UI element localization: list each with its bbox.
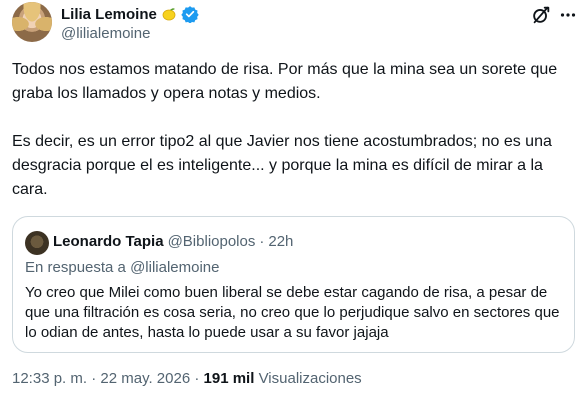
tweet-paragraph-1: Todos nos estamos matando de risa. Por m…: [12, 61, 558, 102]
quote-author-avatar[interactable]: [25, 231, 49, 255]
quote-reply-context[interactable]: En respuesta a @lilialemoine: [25, 259, 220, 276]
author-avatar[interactable]: [12, 2, 52, 42]
quote-text: Yo creo que Milei como buen liberal se d…: [25, 284, 560, 341]
meta-separator: ·: [91, 370, 97, 387]
author-display-name[interactable]: Lilia Lemoine: [61, 6, 157, 23]
author-handle[interactable]: @lilialemoine: [61, 25, 150, 42]
meta-separator-2: ·: [194, 370, 200, 387]
more-options-icon[interactable]: [560, 7, 576, 23]
quote-header: Leonardo Tapia @Bibliopolos · 22h: [53, 233, 293, 250]
tweet-paragraph-2: Es decir, es un error tipo2 al que Javie…: [12, 133, 552, 198]
tweet-meta: 12:33 p. m. · 22 may. 2026 · 191 mil Vis…: [12, 370, 362, 387]
author-name-row: Lilia Lemoine: [61, 4, 199, 24]
tweet-date[interactable]: 22 may. 2026: [100, 370, 190, 387]
lemon-icon: [161, 6, 177, 22]
quote-author-name[interactable]: Leonardo Tapia: [53, 233, 164, 250]
tweet-time[interactable]: 12:33 p. m.: [12, 370, 87, 387]
avatar-hair: [12, 2, 52, 42]
tweet-text: Todos nos estamos matando de risa. Por m…: [12, 58, 577, 202]
grok-icon[interactable]: [530, 4, 552, 26]
views-label[interactable]: Visualizaciones: [259, 370, 362, 387]
quote-timestamp[interactable]: 22h: [268, 233, 293, 250]
views-count[interactable]: 191 mil: [204, 370, 255, 387]
tweet: Lilia Lemoine @lilialemoine Todos nos es…: [0, 0, 585, 400]
quote-author-handle[interactable]: @Bibliopolos: [168, 233, 256, 250]
verified-badge-icon[interactable]: [181, 5, 199, 24]
quoted-tweet-card[interactable]: Leonardo Tapia @Bibliopolos · 22h En res…: [12, 216, 575, 353]
quote-separator: ·: [259, 233, 265, 250]
